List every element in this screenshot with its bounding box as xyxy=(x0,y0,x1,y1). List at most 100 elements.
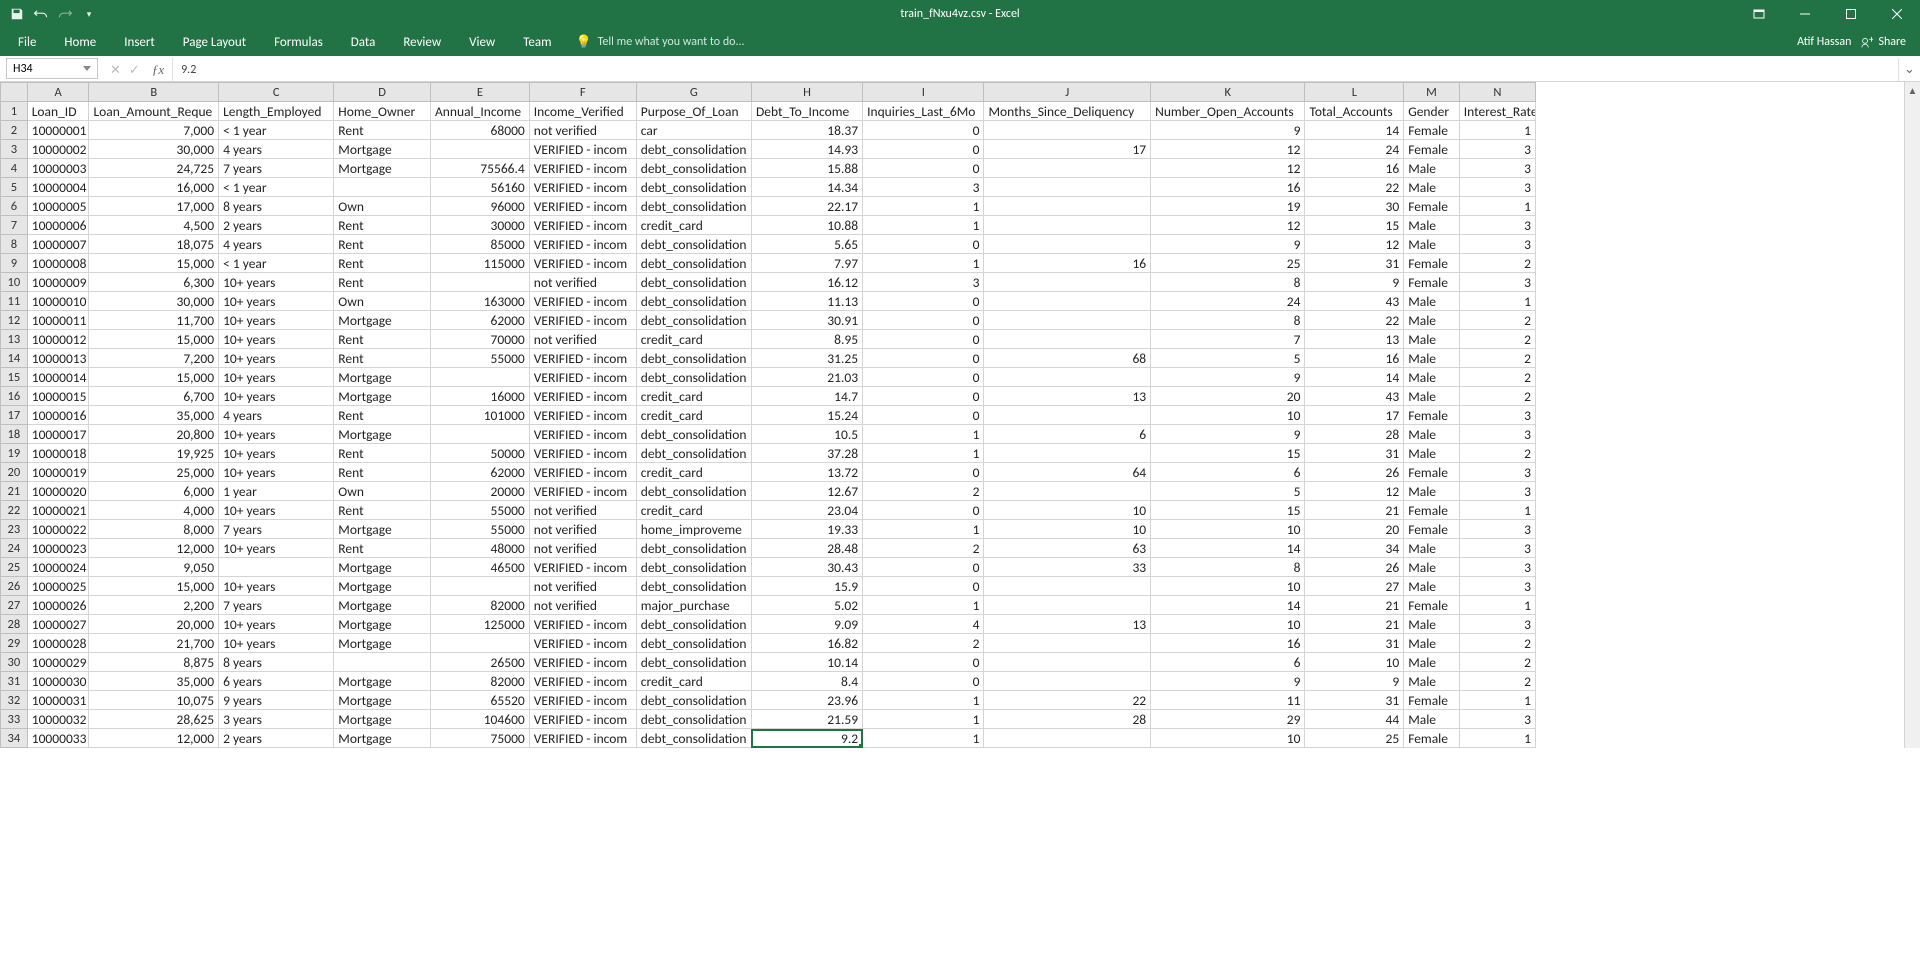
data-cell[interactable]: 15,000 xyxy=(89,577,219,596)
data-cell[interactable]: 27 xyxy=(1305,577,1404,596)
data-cell[interactable]: 16.12 xyxy=(751,273,862,292)
data-cell[interactable]: 8,875 xyxy=(89,653,219,672)
data-cell[interactable]: 64 xyxy=(984,463,1151,482)
data-cell[interactable]: 15 xyxy=(1151,501,1305,520)
data-cell[interactable]: Rent xyxy=(334,349,431,368)
data-cell[interactable]: Rent xyxy=(334,444,431,463)
data-cell[interactable]: 4 years xyxy=(219,235,334,254)
data-cell[interactable]: Male xyxy=(1404,444,1460,463)
data-cell[interactable]: 10000017 xyxy=(27,425,89,444)
data-cell[interactable]: credit_card xyxy=(636,387,751,406)
data-cell[interactable]: 15,000 xyxy=(89,330,219,349)
data-cell[interactable]: Rent xyxy=(334,501,431,520)
data-cell[interactable]: 10000028 xyxy=(27,634,89,653)
data-cell[interactable]: 10000033 xyxy=(27,729,89,748)
data-cell[interactable]: 1 xyxy=(863,444,984,463)
tab-review[interactable]: Review xyxy=(389,28,455,56)
data-cell[interactable]: 10000009 xyxy=(27,273,89,292)
select-all-corner[interactable] xyxy=(1,83,28,102)
data-cell[interactable]: 6,300 xyxy=(89,273,219,292)
undo-icon[interactable] xyxy=(32,5,50,23)
data-cell[interactable]: 3 xyxy=(1459,235,1535,254)
data-cell[interactable]: Female xyxy=(1404,691,1460,710)
data-cell[interactable]: 10.88 xyxy=(751,216,862,235)
header-cell[interactable]: Home_Owner xyxy=(334,102,431,121)
header-cell[interactable]: Months_Since_Deliquency xyxy=(984,102,1151,121)
row-header[interactable]: 27 xyxy=(1,596,28,615)
data-cell[interactable]: 65520 xyxy=(431,691,530,710)
data-cell[interactable]: 0 xyxy=(863,501,984,520)
data-cell[interactable]: 22 xyxy=(1305,311,1404,330)
data-cell[interactable]: 10+ years xyxy=(219,311,334,330)
data-cell[interactable]: 1 xyxy=(1459,729,1535,748)
data-cell[interactable]: 25 xyxy=(1305,729,1404,748)
data-cell[interactable]: 10000008 xyxy=(27,254,89,273)
data-cell[interactable]: 10+ years xyxy=(219,444,334,463)
data-cell[interactable]: 10000025 xyxy=(27,577,89,596)
data-cell[interactable] xyxy=(984,577,1151,596)
data-cell[interactable]: credit_card xyxy=(636,672,751,691)
data-cell[interactable]: 18.37 xyxy=(751,121,862,140)
row-header[interactable]: 1 xyxy=(1,102,28,121)
data-cell[interactable]: 8 years xyxy=(219,197,334,216)
worksheet-area[interactable]: ABCDEFGHIJKLMN 1Loan_IDLoan_Amount_Reque… xyxy=(0,82,1920,748)
data-cell[interactable]: Male xyxy=(1404,178,1460,197)
row-header[interactable]: 13 xyxy=(1,330,28,349)
data-cell[interactable]: 26 xyxy=(1305,558,1404,577)
data-cell[interactable]: debt_consolidation xyxy=(636,368,751,387)
data-cell[interactable]: 10+ years xyxy=(219,349,334,368)
data-cell[interactable] xyxy=(984,292,1151,311)
data-cell[interactable]: 3 xyxy=(1459,539,1535,558)
data-cell[interactable]: 7 years xyxy=(219,159,334,178)
data-cell[interactable]: Mortgage xyxy=(334,558,431,577)
data-cell[interactable]: 10.14 xyxy=(751,653,862,672)
data-cell[interactable]: 2 years xyxy=(219,216,334,235)
data-cell[interactable]: 10000020 xyxy=(27,482,89,501)
data-cell[interactable]: 75566.4 xyxy=(431,159,530,178)
data-cell[interactable]: 0 xyxy=(863,653,984,672)
data-cell[interactable]: VERIFIED - incom xyxy=(529,197,636,216)
data-cell[interactable]: 20 xyxy=(1151,387,1305,406)
header-cell[interactable]: Debt_To_Income xyxy=(751,102,862,121)
data-cell[interactable]: 3 xyxy=(1459,140,1535,159)
ribbon-display-options-icon[interactable] xyxy=(1736,0,1782,28)
data-cell[interactable]: 2 xyxy=(863,539,984,558)
data-cell[interactable]: debt_consolidation xyxy=(636,178,751,197)
data-cell[interactable]: Mortgage xyxy=(334,691,431,710)
data-cell[interactable]: Male xyxy=(1404,235,1460,254)
data-cell[interactable]: 2 xyxy=(1459,368,1535,387)
row-header[interactable]: 16 xyxy=(1,387,28,406)
row-header[interactable]: 25 xyxy=(1,558,28,577)
data-cell[interactable]: 12 xyxy=(1305,235,1404,254)
data-cell[interactable]: 5.65 xyxy=(751,235,862,254)
data-cell[interactable]: credit_card xyxy=(636,501,751,520)
data-cell[interactable]: 30.91 xyxy=(751,311,862,330)
data-cell[interactable]: 13.72 xyxy=(751,463,862,482)
data-cell[interactable]: 28 xyxy=(1305,425,1404,444)
data-cell[interactable]: Female xyxy=(1404,596,1460,615)
data-cell[interactable]: 10000018 xyxy=(27,444,89,463)
column-header-H[interactable]: H xyxy=(751,83,862,102)
data-cell[interactable]: 10000012 xyxy=(27,330,89,349)
data-cell[interactable]: VERIFIED - incom xyxy=(529,349,636,368)
data-cell[interactable]: Rent xyxy=(334,539,431,558)
row-header[interactable]: 30 xyxy=(1,653,28,672)
data-cell[interactable]: VERIFIED - incom xyxy=(529,710,636,729)
data-cell[interactable]: Mortgage xyxy=(334,577,431,596)
data-cell[interactable]: 10000016 xyxy=(27,406,89,425)
data-cell[interactable]: 12,000 xyxy=(89,729,219,748)
data-cell[interactable]: not verified xyxy=(529,596,636,615)
tab-formulas[interactable]: Formulas xyxy=(260,28,337,56)
data-cell[interactable]: 63 xyxy=(984,539,1151,558)
data-cell[interactable]: Own xyxy=(334,292,431,311)
redo-icon[interactable] xyxy=(56,5,74,23)
column-header-K[interactable]: K xyxy=(1151,83,1305,102)
data-cell[interactable]: not verified xyxy=(529,273,636,292)
data-cell[interactable]: not verified xyxy=(529,520,636,539)
row-header[interactable]: 7 xyxy=(1,216,28,235)
data-cell[interactable]: 19.33 xyxy=(751,520,862,539)
data-cell[interactable]: debt_consolidation xyxy=(636,273,751,292)
data-cell[interactable]: 2 xyxy=(1459,444,1535,463)
data-cell[interactable] xyxy=(984,596,1151,615)
data-cell[interactable]: 10000029 xyxy=(27,653,89,672)
